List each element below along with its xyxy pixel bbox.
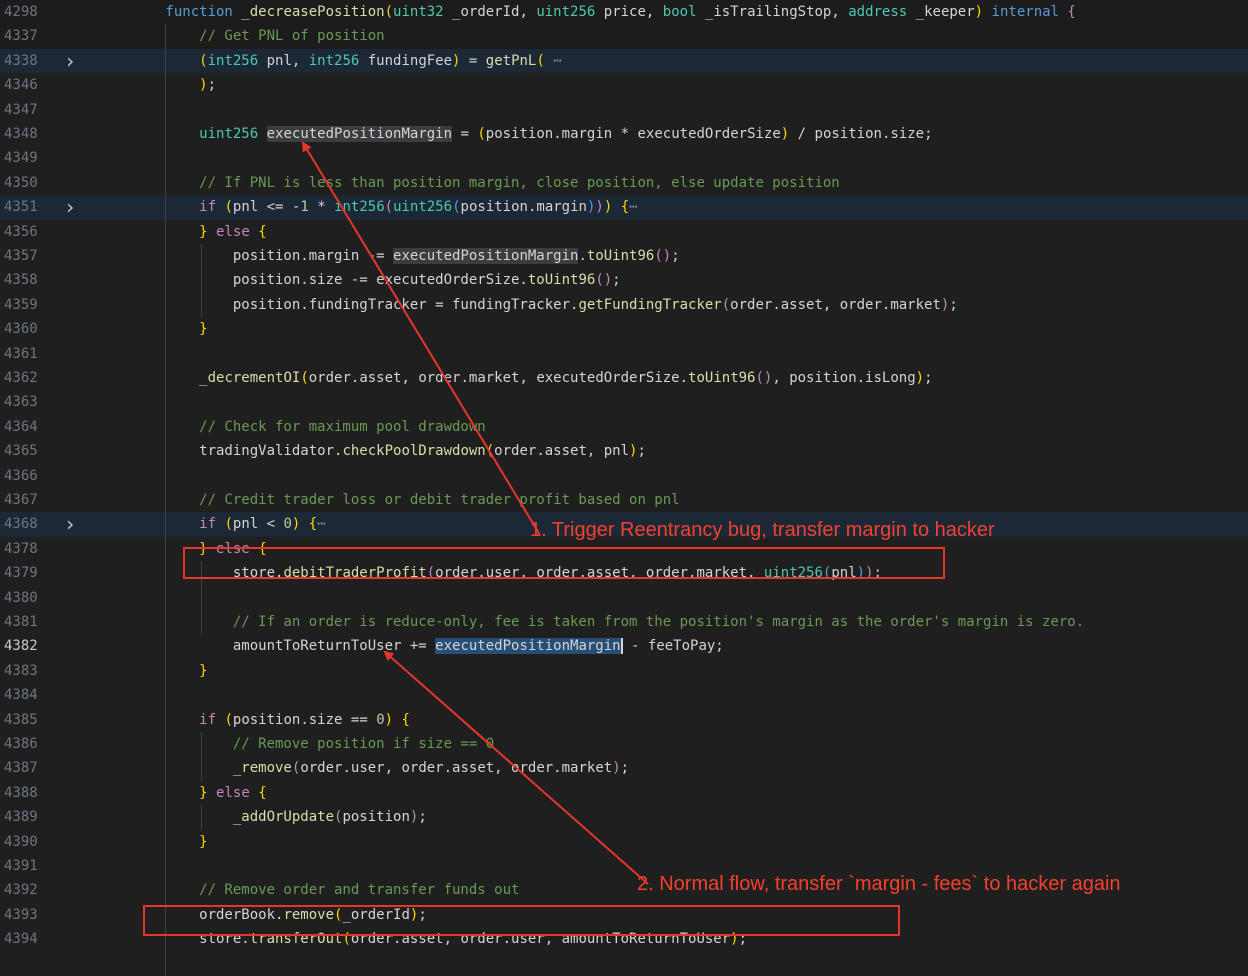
arrow-to-executed-position-margin: [301, 141, 541, 536]
arrow-to-amount-to-return: [383, 650, 649, 885]
annotation-arrows: [301, 141, 649, 885]
